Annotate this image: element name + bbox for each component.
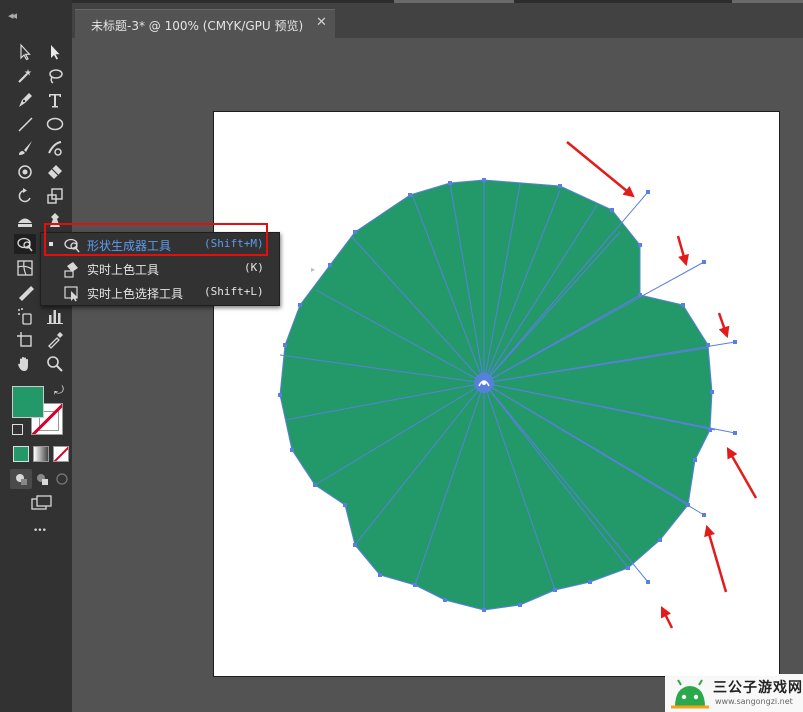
artboard[interactable] [213, 111, 780, 677]
gradient-mode-button[interactable] [33, 446, 49, 462]
draw-inside-icon[interactable] [51, 469, 73, 489]
live-paint-bucket-icon [64, 262, 78, 278]
edit-toolbar-icon[interactable]: ••• [33, 526, 47, 536]
mesh-tool-icon[interactable] [14, 258, 36, 278]
document-tab[interactable]: 未标题-3* @ 100% (CMYK/GPU 预览) ✕ [75, 9, 335, 38]
direct-selection-tool-icon[interactable] [44, 42, 66, 62]
flyout-item-shortcut: (K) [244, 261, 264, 274]
selection-tool-icon[interactable] [14, 42, 36, 62]
live-paint-selection-icon [64, 286, 78, 302]
flyout-item-live-paint-bucket[interactable]: 实时上色工具 (K) [41, 257, 279, 281]
flyout-item-label: 实时上色选择工具 [87, 287, 184, 301]
width-tool-icon[interactable] [14, 210, 36, 230]
collapse-panel-icon[interactable]: ◂◂ [8, 9, 17, 22]
artboard-tool-icon[interactable] [14, 330, 36, 350]
none-mode-button[interactable] [53, 446, 69, 462]
hand-tool-icon[interactable] [14, 354, 36, 374]
eyedropper-tool-icon[interactable] [44, 330, 66, 350]
watermark-title: 三公子游戏网 [713, 680, 803, 696]
type-tool-icon[interactable] [44, 90, 66, 110]
flyout-item-live-paint-selection[interactable]: 实时上色选择工具 (Shift+L) [41, 281, 279, 305]
flyout-expand-icon[interactable]: ▸ [311, 265, 315, 274]
watermark-url: www.sangongzi.net [715, 697, 793, 706]
eraser-tool-icon[interactable] [44, 162, 66, 182]
highlight-box [44, 223, 268, 256]
rotate-tool-icon[interactable] [14, 186, 36, 206]
flyout-item-label: 实时上色工具 [87, 263, 160, 277]
paintbrush-tool-icon[interactable] [14, 138, 36, 158]
fill-swatch[interactable] [12, 386, 44, 418]
line-segment-tool-icon[interactable] [14, 114, 36, 134]
pen-tool-icon[interactable] [14, 90, 36, 110]
flyout-item-shortcut: (Shift+L) [204, 285, 264, 298]
symbol-sprayer-tool-icon[interactable] [14, 306, 36, 326]
zoom-tool-icon[interactable] [44, 354, 66, 374]
draw-behind-icon[interactable] [31, 469, 53, 489]
close-icon[interactable]: ✕ [316, 15, 327, 30]
draw-normal-icon[interactable] [10, 469, 32, 489]
screen-mode-icon[interactable] [28, 493, 56, 513]
shape-builder-tool-icon[interactable] [14, 234, 36, 254]
default-fill-stroke-icon[interactable] [12, 424, 23, 435]
android-logo-icon [671, 679, 709, 709]
swap-fill-stroke-icon[interactable]: ⤾ [54, 383, 64, 398]
document-tab-title: 未标题-3* @ 100% (CMYK/GPU 预览) [91, 19, 304, 33]
gradient-tool-icon[interactable] [14, 282, 36, 302]
watermark: 三公子游戏网 www.sangongzi.net [665, 674, 803, 712]
lasso-tool-icon[interactable] [44, 66, 66, 86]
magic-wand-tool-icon[interactable] [14, 66, 36, 86]
scale-tool-icon[interactable] [44, 186, 66, 206]
ellipse-tool-icon[interactable] [44, 114, 66, 134]
column-graph-tool-icon[interactable] [44, 306, 66, 326]
blob-brush-tool-icon[interactable] [14, 162, 36, 182]
shaper-tool-icon[interactable] [44, 138, 66, 158]
color-mode-button[interactable] [13, 446, 29, 462]
tools-panel: ◂◂ ⤾ ••• [0, 0, 73, 712]
